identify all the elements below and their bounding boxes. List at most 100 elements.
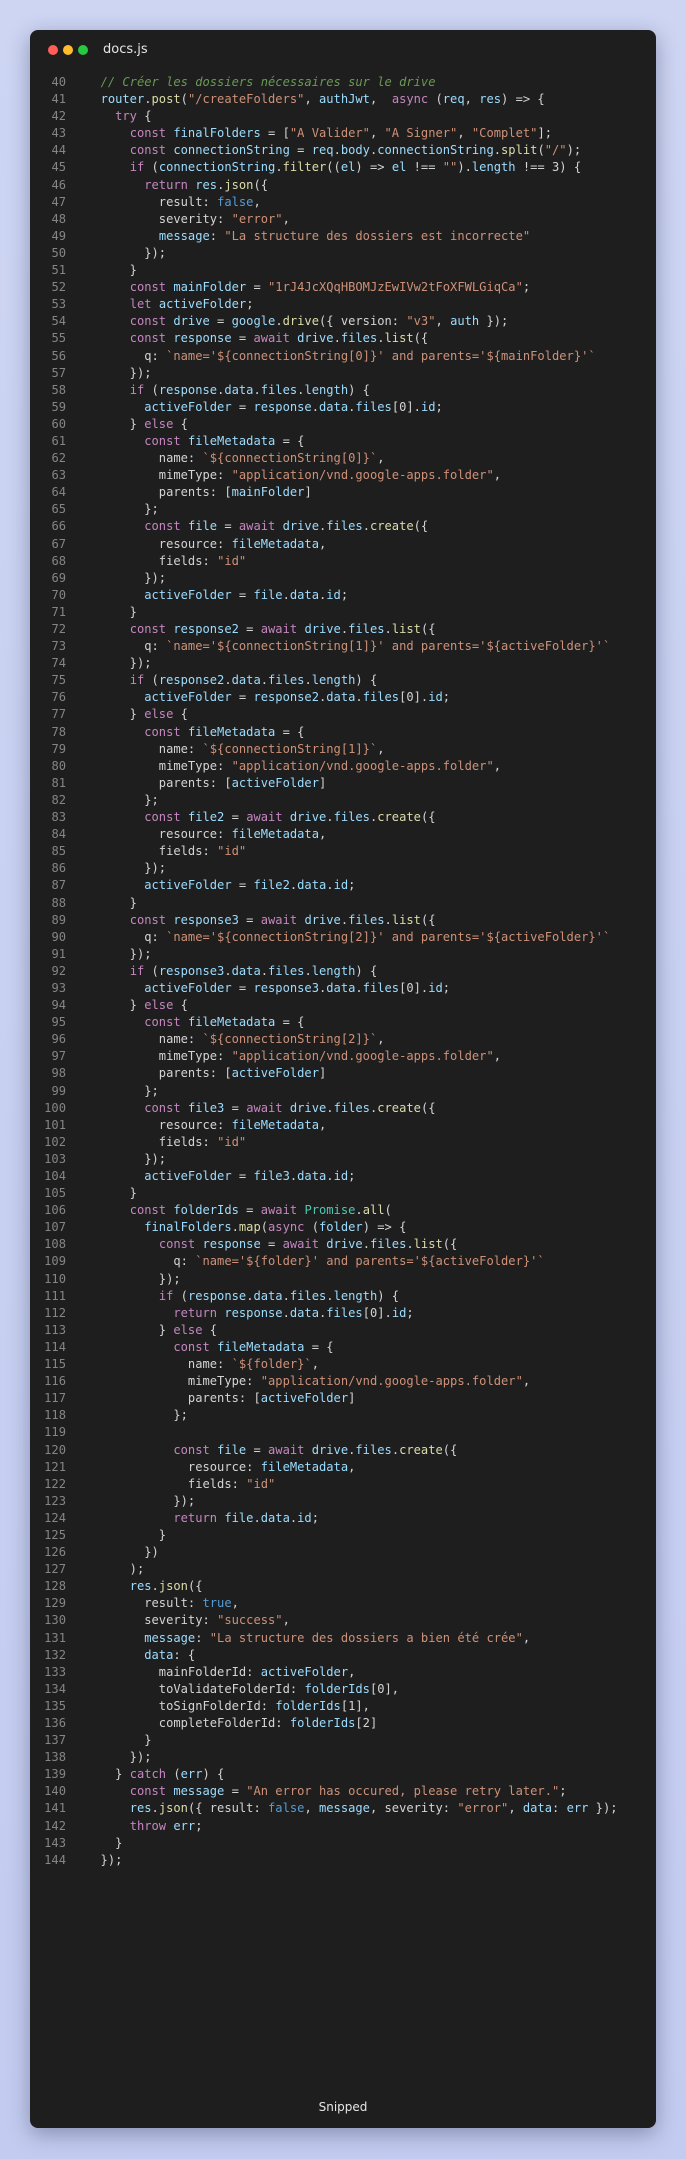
line-number: 67 [51,536,66,551]
minimize-dot-icon[interactable] [63,45,73,55]
code-line: 111 if (response.data.files.length) { [30,1288,656,1305]
code-line: 42 try { [30,108,656,125]
code-text: if (response3.data.files.length) { [129,963,378,978]
code-line: 121 resource: fileMetadata, [30,1459,656,1476]
code-text: name: `${connectionString[1]}`, [86,741,385,756]
code-text: activeFolder = file2.data.id; [144,878,356,893]
code-text: }; [86,502,159,517]
code-line: 137 } [30,1732,656,1749]
close-dot-icon[interactable] [48,45,58,55]
code-text: }); [86,1852,123,1867]
code-text: }); [86,946,152,961]
code-line: 113 } else { [30,1322,656,1339]
code-line: 139 } catch (err) { [30,1766,656,1783]
code-line: 43 const finalFolders = ["A Valider", "A… [30,125,656,142]
line-number: 47 [51,194,66,209]
code-text: const finalFolders = ["A Valider", "A Si… [129,126,552,141]
line-number: 46 [51,177,66,192]
code-text: }); [86,245,167,260]
line-number: 132 [44,1647,66,1662]
code-line: 69 }); [30,570,656,587]
line-number: 50 [51,245,66,260]
code-text: } else { [86,1322,218,1337]
code-line: 82 }; [30,792,656,809]
code-text: return res.json({ [144,177,269,192]
file-name: docs.js [103,42,148,57]
code-text: }); [86,1271,181,1286]
line-number: 57 [51,365,66,380]
code-line: 55 const response = await drive.files.li… [30,330,656,347]
code-text: resource: fileMetadata, [86,1459,356,1474]
line-number: 102 [44,1134,66,1149]
line-number: 125 [44,1527,66,1542]
code-line: 67 resource: fileMetadata, [30,536,656,553]
code-line: 117 parents: [activeFolder] [30,1390,656,1407]
line-number: 45 [51,160,66,175]
code-line: 130 severity: "success", [30,1612,656,1629]
line-number: 131 [44,1630,66,1645]
line-number: 95 [51,1015,66,1030]
code-text: } [86,1835,123,1850]
code-text: if (response2.data.files.length) { [129,673,378,688]
code-text: toSignFolderId: folderIds[1], [86,1698,370,1713]
code-line: 98 parents: [activeFolder] [30,1065,656,1082]
code-line: 89 const response3 = await drive.files.l… [30,912,656,929]
code-text: const response = await drive.files.list(… [129,331,429,346]
code-line: 83 const file2 = await drive.files.creat… [30,809,656,826]
code-line: 59 activeFolder = response.data.files[0]… [30,399,656,416]
code-line: 120 const file = await drive.files.creat… [30,1442,656,1459]
code-line: 48 severity: "error", [30,211,656,228]
code-text: }; [86,1408,188,1423]
line-number: 109 [44,1254,66,1269]
code-text: const fileMetadata = { [173,1339,334,1354]
code-line: 134 toValidateFolderId: folderIds[0], [30,1681,656,1698]
line-number: 81 [51,775,66,790]
line-number: 59 [51,399,66,414]
code-line: 50 }); [30,245,656,262]
zoom-dot-icon[interactable] [78,45,88,55]
code-line: 106 const folderIds = await Promise.all( [30,1202,656,1219]
code-line: 129 result: true, [30,1595,656,1612]
code-text: } [86,1733,152,1748]
code-line: 107 finalFolders.map(async (folder) => { [30,1219,656,1236]
line-number: 105 [44,1186,66,1201]
line-number: 123 [44,1493,66,1508]
line-number: 101 [44,1117,66,1132]
line-number: 107 [44,1220,66,1235]
line-number: 86 [51,861,66,876]
code-line: 124 return file.data.id; [30,1510,656,1527]
code-line: 57 }); [30,365,656,382]
line-number: 58 [51,382,66,397]
line-number: 138 [44,1750,66,1765]
code-text: router.post("/createFolders", authJwt, a… [100,92,545,107]
line-number: 77 [51,707,66,722]
code-line: 140 const message = "An error has occure… [30,1783,656,1800]
code-text: mimeType: "application/vnd.google-apps.f… [86,1374,531,1389]
code-line: 73 q: `name='${connectionString[1]}' and… [30,638,656,655]
line-number: 73 [51,639,66,654]
code-line: 56 q: `name='${connectionString[0]}' and… [30,348,656,365]
code-line: 90 q: `name='${connectionString[2]}' and… [30,929,656,946]
code-text: const fileMetadata = { [144,1015,305,1030]
line-number: 113 [44,1322,66,1337]
line-number: 88 [51,895,66,910]
line-number: 119 [44,1425,66,1440]
code-line: 96 name: `${connectionString[2]}`, [30,1031,656,1048]
line-number: 127 [44,1562,66,1577]
code-line: 95 const fileMetadata = { [30,1014,656,1031]
code-text: }; [86,1083,159,1098]
code-snippet-window: docs.js 40 // Créer les dossiers nécessa… [30,30,656,2128]
line-number: 76 [51,690,66,705]
code-text: finalFolders.map(async (folder) => { [144,1220,407,1235]
line-number: 54 [51,314,66,329]
code-text: }) [86,1545,159,1560]
code-line: 143 } [30,1835,656,1852]
code-text: const response2 = await drive.files.list… [129,622,436,636]
code-text: }); [86,1151,167,1166]
line-number: 140 [44,1784,66,1799]
code-line: 74 }); [30,655,656,672]
code-text: toValidateFolderId: folderIds[0], [86,1681,400,1696]
code-line: 127 ); [30,1561,656,1578]
code-text: fields: "id" [86,1134,247,1149]
code-line: 45 if (connectionString.filter((el) => e… [30,159,656,176]
